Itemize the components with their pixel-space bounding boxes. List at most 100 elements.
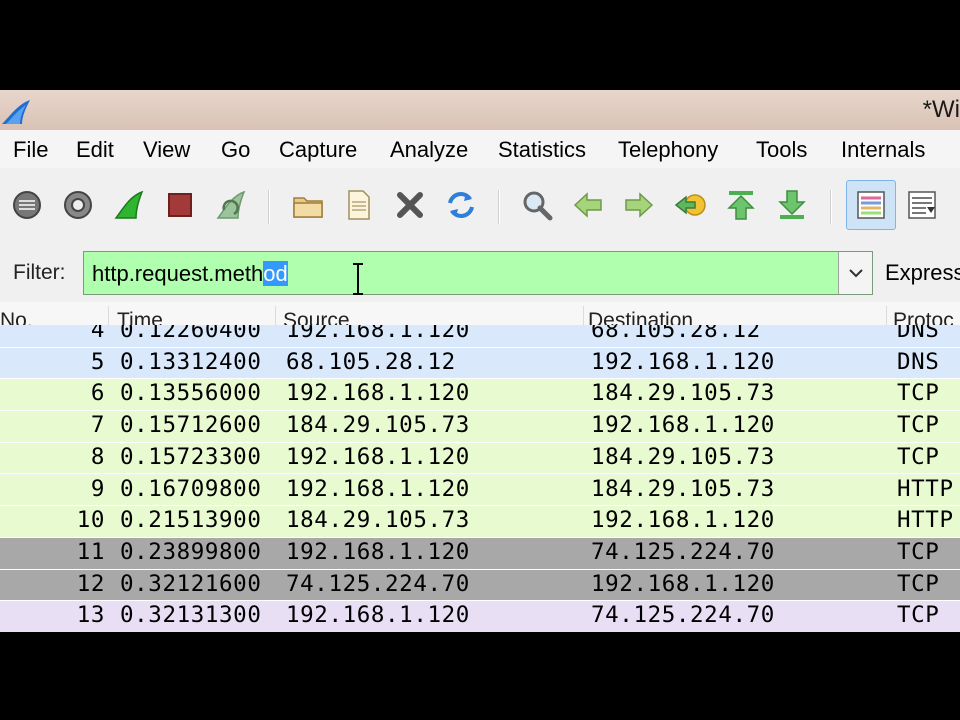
capture-options-icon[interactable] xyxy=(56,183,100,227)
packet-source: 184.29.105.73 xyxy=(286,507,470,534)
display-filter-bar: Filter: http.request.method Express xyxy=(0,248,960,298)
wireshark-window: *Wi File Edit View Go Capture Analyze Statisti… xyxy=(0,90,960,632)
menu-capture[interactable]: Capture xyxy=(279,137,357,163)
packet-destination: 192.168.1.120 xyxy=(591,570,775,597)
find-packet-icon[interactable] xyxy=(515,183,559,227)
packet-number: 6 xyxy=(90,380,105,407)
menu-analyze[interactable]: Analyze xyxy=(390,137,468,163)
chevron-down-icon xyxy=(848,269,863,278)
packet-source: 192.168.1.120 xyxy=(286,602,470,629)
close-file-icon[interactable] xyxy=(388,183,432,227)
packet-time: 0.15712600 xyxy=(120,412,262,439)
packet-number: 4 xyxy=(90,325,105,343)
filter-text-plain: http.request.meth xyxy=(92,261,264,286)
packet-source: 74.125.224.70 xyxy=(286,570,470,597)
packet-source: 192.168.1.120 xyxy=(286,380,470,407)
packet-source: 192.168.1.120 xyxy=(286,475,470,502)
window-title: *Wi xyxy=(922,96,960,123)
reload-icon[interactable] xyxy=(439,183,483,227)
packet-row[interactable]: 5 0.13312400 68.105.28.12 192.168.1.120 DNS xyxy=(0,347,960,380)
menu-bar: File Edit View Go Capture Analyze Statistics Te… xyxy=(0,130,960,168)
title-bar: *Wi xyxy=(0,90,960,130)
toolbar-separator xyxy=(830,190,832,224)
go-to-packet-icon[interactable] xyxy=(668,183,712,227)
packet-source: 192.168.1.120 xyxy=(286,538,470,565)
menu-view[interactable]: View xyxy=(143,137,190,163)
restart-capture-icon[interactable] xyxy=(209,183,253,227)
packet-row[interactable]: 8 0.15723300 192.168.1.120 184.29.105.73 TCP xyxy=(0,442,960,475)
go-back-icon[interactable] xyxy=(566,183,610,227)
packet-destination: 184.29.105.73 xyxy=(591,380,775,407)
menu-telephony[interactable]: Telephony xyxy=(618,137,718,163)
packet-protocol: TCP xyxy=(897,412,940,439)
packet-destination: 74.125.224.70 xyxy=(591,602,775,629)
packet-protocol: HTTP xyxy=(897,507,954,534)
filter-text-selected: od xyxy=(263,261,288,286)
packet-protocol: TCP xyxy=(897,380,940,407)
filter-label: Filter: xyxy=(13,261,66,284)
packet-destination: 74.125.224.70 xyxy=(591,538,775,565)
packet-time: 0.12260400 xyxy=(120,325,262,343)
auto-scroll-icon[interactable] xyxy=(900,183,944,227)
packet-row[interactable]: 9 0.16709800 192.168.1.120 184.29.105.73 HTT… xyxy=(0,474,960,507)
filter-input[interactable]: http.request.method xyxy=(83,251,873,295)
packet-source: 184.29.105.73 xyxy=(286,412,470,439)
packet-row[interactable]: 10 0.21513900 184.29.105.73 192.168.1.120 HT… xyxy=(0,506,960,538)
packet-row[interactable]: 4 0.12260400 192.168.1.120 68.105.28.12 DNS xyxy=(0,325,960,348)
packet-destination: 192.168.1.120 xyxy=(591,348,775,375)
filter-dropdown-button[interactable] xyxy=(838,252,872,294)
menu-tools[interactable]: Tools xyxy=(756,137,807,163)
packet-row[interactable]: 12 0.32121600 74.125.224.70 192.168.1.120 TC… xyxy=(0,569,960,602)
stop-capture-icon[interactable] xyxy=(158,183,202,227)
packet-destination: 192.168.1.120 xyxy=(591,507,775,534)
menu-edit[interactable]: Edit xyxy=(76,137,114,163)
packet-time: 0.23899800 xyxy=(120,538,262,565)
go-last-packet-icon[interactable] xyxy=(770,183,814,227)
expression-button[interactable]: Express xyxy=(885,260,960,286)
packet-time: 0.16709800 xyxy=(120,475,262,502)
packet-source: 192.168.1.120 xyxy=(286,443,470,470)
toolbar-separator xyxy=(268,190,270,224)
packet-row[interactable]: 13 0.32131300 192.168.1.120 74.125.224.70 TC… xyxy=(0,601,960,632)
start-capture-icon[interactable] xyxy=(107,183,151,227)
menu-internals[interactable]: Internals xyxy=(841,137,925,163)
packet-source: 192.168.1.120 xyxy=(286,325,470,343)
packet-protocol: HTTP xyxy=(897,475,954,502)
packet-number: 9 xyxy=(90,475,105,502)
menu-statistics[interactable]: Statistics xyxy=(498,137,586,163)
packet-time: 0.13312400 xyxy=(120,348,262,375)
packet-destination: 192.168.1.120 xyxy=(591,412,775,439)
packet-time: 0.32121600 xyxy=(120,570,262,597)
packet-number: 8 xyxy=(90,443,105,470)
packet-number: 12 xyxy=(76,570,105,597)
main-toolbar xyxy=(0,168,960,248)
packet-protocol: DNS xyxy=(897,348,940,375)
packet-row[interactable]: 11 0.23899800 192.168.1.120 74.125.224.70 TC… xyxy=(0,537,960,570)
go-first-packet-icon[interactable] xyxy=(719,183,763,227)
colorize-icon[interactable] xyxy=(846,180,896,230)
packet-time: 0.32131300 xyxy=(120,602,262,629)
menu-go[interactable]: Go xyxy=(221,137,250,163)
packet-destination: 68.105.28.12 xyxy=(591,325,761,343)
packet-protocol: TCP xyxy=(897,443,940,470)
save-file-icon[interactable] xyxy=(337,183,381,227)
go-forward-icon[interactable] xyxy=(617,183,661,227)
menu-file[interactable]: File xyxy=(13,137,48,163)
packet-time: 0.21513900 xyxy=(120,507,262,534)
packet-row[interactable]: 6 0.13556000 192.168.1.120 184.29.105.73 TCP xyxy=(0,379,960,412)
packet-protocol: TCP xyxy=(897,602,940,629)
wireshark-fin-icon xyxy=(2,100,30,124)
open-file-icon[interactable] xyxy=(286,183,330,227)
filter-text: http.request.method xyxy=(92,261,288,287)
text-cursor-icon xyxy=(353,263,363,295)
interfaces-icon[interactable] xyxy=(5,183,49,227)
packet-number: 7 xyxy=(90,412,105,439)
packet-row[interactable]: 7 0.15712600 184.29.105.73 192.168.1.120 TCP xyxy=(0,411,960,443)
packet-list: 4 0.12260400 192.168.1.120 68.105.28.12 DNS 5… xyxy=(0,325,960,632)
packet-time: 0.13556000 xyxy=(120,380,262,407)
packet-destination: 184.29.105.73 xyxy=(591,443,775,470)
packet-time: 0.15723300 xyxy=(120,443,262,470)
packet-protocol: TCP xyxy=(897,538,940,565)
packet-protocol: TCP xyxy=(897,570,940,597)
packet-number: 5 xyxy=(90,348,105,375)
